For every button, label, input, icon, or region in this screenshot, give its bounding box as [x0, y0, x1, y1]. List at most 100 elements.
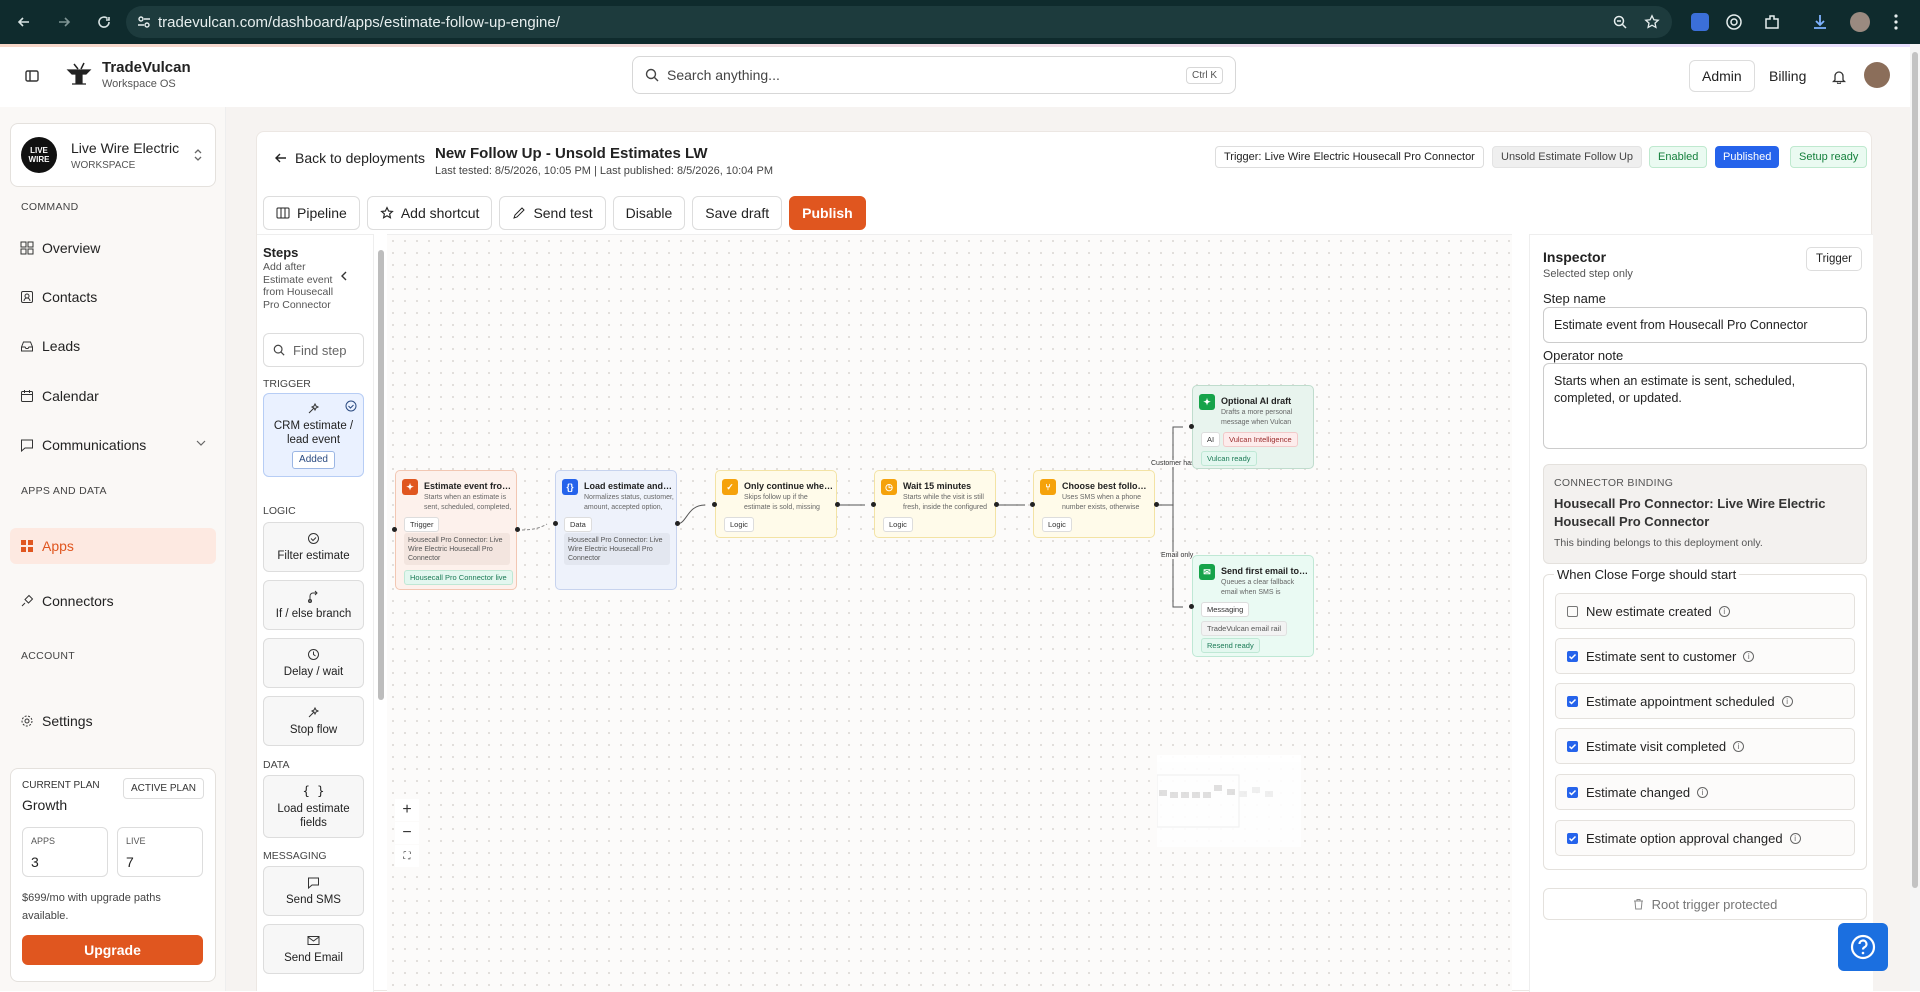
site-info-icon[interactable] — [136, 14, 152, 30]
flow-node-data[interactable]: {} Load estimate and customer Normalizes… — [555, 470, 677, 590]
sparkle-icon: ✦ — [1199, 394, 1215, 410]
flow-node-ai-draft[interactable]: ✦ Optional AI draft Drafts a more person… — [1192, 385, 1314, 469]
option-new-estimate-created[interactable]: New estimate created i — [1555, 593, 1855, 629]
sidebar-item-apps[interactable]: Apps — [10, 528, 216, 564]
sidebar-toggle-icon[interactable] — [24, 68, 40, 84]
trigger-button[interactable]: Trigger — [1806, 247, 1862, 271]
sidebar-item-calendar[interactable]: Calendar — [10, 378, 216, 414]
zoom-icon[interactable] — [1612, 14, 1628, 30]
steps-scrollbar[interactable] — [376, 236, 386, 992]
info-icon[interactable]: i — [1781, 695, 1793, 707]
node-tag: Logic — [724, 517, 754, 532]
option-appointment-scheduled[interactable]: Estimate appointment scheduled i — [1555, 683, 1855, 719]
brand[interactable]: TradeVulcan Workspace OS — [64, 59, 191, 90]
star-icon[interactable] — [1644, 14, 1660, 30]
checkbox[interactable] — [1567, 832, 1578, 844]
zoom-in-button[interactable]: + — [395, 799, 419, 821]
avatar[interactable] — [1864, 62, 1890, 88]
message-icon — [307, 876, 320, 889]
checkbox[interactable] — [1567, 786, 1578, 798]
help-button[interactable] — [1838, 923, 1888, 971]
publish-button[interactable]: Publish — [789, 196, 866, 230]
sidebar-item-overview[interactable]: Overview — [10, 230, 216, 266]
checkbox[interactable] — [1567, 695, 1578, 707]
flow-canvas[interactable]: ✦ Estimate event from Housecall Pro Conn… — [387, 234, 1512, 992]
step-delay[interactable]: Delay / wait — [263, 638, 364, 688]
binding-description: This binding belongs to this deployment … — [1554, 537, 1763, 549]
root-trigger-protected-button[interactable]: Root trigger protected — [1543, 888, 1867, 920]
step-send-email[interactable]: Send Email — [263, 924, 364, 974]
find-step-input[interactable]: Find step — [263, 333, 364, 367]
binding-label: CONNECTOR BINDING — [1554, 477, 1674, 489]
search-icon — [645, 68, 659, 82]
upgrade-button[interactable]: Upgrade — [22, 935, 203, 965]
sidebar-item-settings[interactable]: Settings — [10, 703, 216, 739]
step-stop-flow[interactable]: Stop flow — [263, 696, 364, 746]
step-name-input[interactable]: Estimate event from Housecall Pro Connec… — [1543, 307, 1867, 343]
option-estimate-changed[interactable]: Estimate changed i — [1555, 774, 1855, 810]
bell-icon[interactable] — [1832, 69, 1846, 84]
flow-node-wait[interactable]: ◷ Wait 15 minutes Starts while the visit… — [874, 470, 996, 538]
apps-icon — [20, 539, 34, 553]
sidebar-item-connectors[interactable]: Connectors — [10, 583, 216, 619]
extension-icon[interactable] — [1688, 10, 1712, 34]
category-logic: LOGIC — [263, 505, 296, 517]
extension-icon[interactable] — [1760, 10, 1784, 34]
add-shortcut-button[interactable]: Add shortcut — [366, 196, 493, 230]
info-icon[interactable]: i — [1733, 740, 1745, 752]
checkbox[interactable] — [1567, 650, 1578, 662]
option-visit-completed[interactable]: Estimate visit completed i — [1555, 728, 1855, 764]
extension-icon[interactable] — [1722, 10, 1746, 34]
info-icon[interactable]: i — [1718, 605, 1730, 617]
info-icon[interactable]: i — [1743, 650, 1755, 662]
grid-icon — [20, 241, 34, 255]
address-bar[interactable]: tradevulcan.com/dashboard/apps/estimate-… — [126, 6, 1672, 38]
menu-icon[interactable] — [1884, 10, 1908, 34]
step-if-else[interactable]: If / else branch — [263, 580, 364, 630]
operator-note-textarea[interactable]: Starts when an estimate is sent, schedul… — [1543, 363, 1867, 449]
save-draft-button[interactable]: Save draft — [692, 196, 783, 230]
global-search[interactable]: Search anything... Ctrl K — [632, 56, 1236, 94]
billing-button[interactable]: Billing — [1757, 60, 1818, 92]
reload-icon[interactable] — [88, 6, 120, 38]
step-filter-estimate[interactable]: Filter estimate — [263, 522, 364, 572]
info-icon[interactable]: i — [1789, 832, 1801, 844]
admin-button[interactable]: Admin — [1689, 60, 1755, 92]
send-test-button[interactable]: Send test — [499, 196, 606, 230]
sidebar-item-communications[interactable]: Communications — [10, 427, 216, 463]
flow-node-trigger[interactable]: ✦ Estimate event from Housecall Pro Conn… — [395, 470, 517, 590]
canvas-minimap[interactable] — [1157, 755, 1301, 847]
step-send-sms[interactable]: Send SMS — [263, 866, 364, 916]
profile-icon[interactable] — [1848, 10, 1872, 34]
flow-node-choose-channel[interactable]: ⑂ Choose best follow-up channel Uses SMS… — [1033, 470, 1155, 538]
zoom-out-button[interactable]: − — [395, 822, 419, 844]
download-icon[interactable] — [1808, 10, 1832, 34]
disable-button[interactable]: Disable — [612, 196, 686, 230]
pipeline-button[interactable]: Pipeline — [263, 196, 360, 230]
option-approval-changed[interactable]: Estimate option approval changed i — [1555, 820, 1855, 856]
node-status: Housecall Pro Connector live — [404, 570, 513, 585]
checkbox[interactable] — [1567, 740, 1578, 752]
workspace-switcher[interactable]: LIVE WIRE Live Wire Electric WORKSPACE — [10, 123, 216, 187]
collapse-icon[interactable] — [340, 271, 348, 281]
sidebar-item-contacts[interactable]: Contacts — [10, 279, 216, 315]
fit-view-icon[interactable]: ⛶ — [395, 845, 419, 867]
sidebar-item-leads[interactable]: Leads — [10, 328, 216, 364]
browser-toolbar: tradevulcan.com/dashboard/apps/estimate-… — [0, 0, 1920, 44]
flow-node-send-email[interactable]: ✉ Send first email touch Queues a clear … — [1192, 555, 1314, 657]
flow-node-logic-continue[interactable]: ✓ Only continue when follow-up is needed… — [715, 470, 837, 538]
back-icon[interactable] — [8, 6, 40, 38]
checkbox[interactable] — [1567, 605, 1578, 617]
node-tag-secondary: TradeVulcan email rail — [1201, 621, 1288, 636]
option-estimate-sent[interactable]: Estimate sent to customer i — [1555, 638, 1855, 674]
step-load-estimate[interactable]: { } Load estimate fields — [263, 775, 364, 838]
forward-icon[interactable] — [48, 6, 80, 38]
inspector-subtitle: Selected step only — [1543, 268, 1633, 280]
back-to-deployments-link[interactable]: Back to deployments — [275, 150, 425, 166]
page-scrollbar[interactable] — [1910, 44, 1920, 991]
app-header: TradeVulcan Workspace OS Search anything… — [0, 47, 1910, 107]
url-text[interactable]: tradevulcan.com/dashboard/apps/estimate-… — [158, 14, 560, 31]
step-crm-estimate[interactable]: CRM estimate / lead event Added — [263, 393, 364, 477]
search-icon — [273, 344, 285, 356]
info-icon[interactable]: i — [1697, 786, 1709, 798]
